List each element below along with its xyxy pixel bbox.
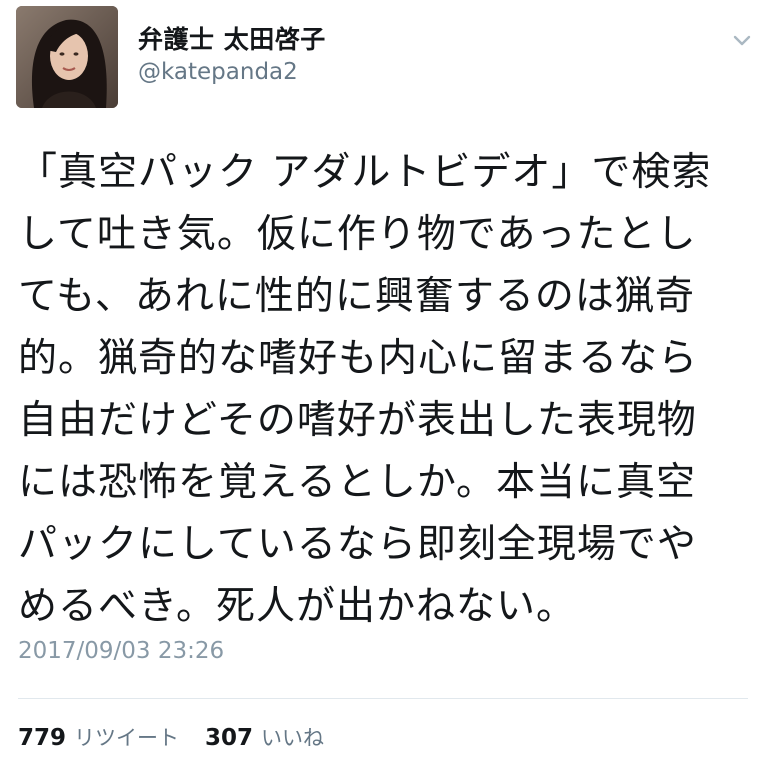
- like-count[interactable]: 307: [205, 725, 253, 751]
- tweet-text-line: パックにしているなら即刻全現場でや: [18, 522, 697, 567]
- tweet-text-line: 「真空パック アダルトビデオ」で検索: [18, 150, 712, 195]
- tweet-timestamp[interactable]: 2017/09/03 23:26: [18, 638, 224, 664]
- retweet-label[interactable]: リツイート: [74, 722, 179, 752]
- divider: [18, 698, 748, 699]
- tweet-text-line: ても、あれに性的に興奮するのは猟奇: [18, 274, 695, 319]
- author-handle[interactable]: @katepanda2: [138, 59, 298, 85]
- tweet-stats: 779 リツイート 307 いいね: [18, 722, 350, 752]
- tweet-text-line: には恐怖を覚えるとしか。本当に真空: [18, 460, 697, 505]
- tweet-header: 弁護士 太田啓子 @katepanda2: [0, 0, 762, 130]
- tweet-text-line: めるべき。死人が出かねない。: [18, 584, 577, 629]
- tweet-text: 「真空パック アダルトビデオ」で検索 して吐き気。仮に作り物であったとし ても、…: [18, 142, 748, 638]
- like-label[interactable]: いいね: [261, 722, 324, 752]
- avatar-photo: [16, 6, 118, 108]
- retweet-count[interactable]: 779: [18, 725, 66, 751]
- author-display-name[interactable]: 弁護士 太田啓子: [138, 20, 326, 56]
- tweet-text-line: して吐き気。仮に作り物であったとし: [18, 212, 697, 257]
- tweet-text-line: 的。猟奇的な嗜好も内心に留まるなら: [18, 336, 699, 381]
- chevron-down-icon[interactable]: [728, 28, 756, 52]
- avatar[interactable]: [16, 6, 118, 108]
- tweet-text-line: 自由だけどその嗜好が表出した表現物: [18, 398, 697, 443]
